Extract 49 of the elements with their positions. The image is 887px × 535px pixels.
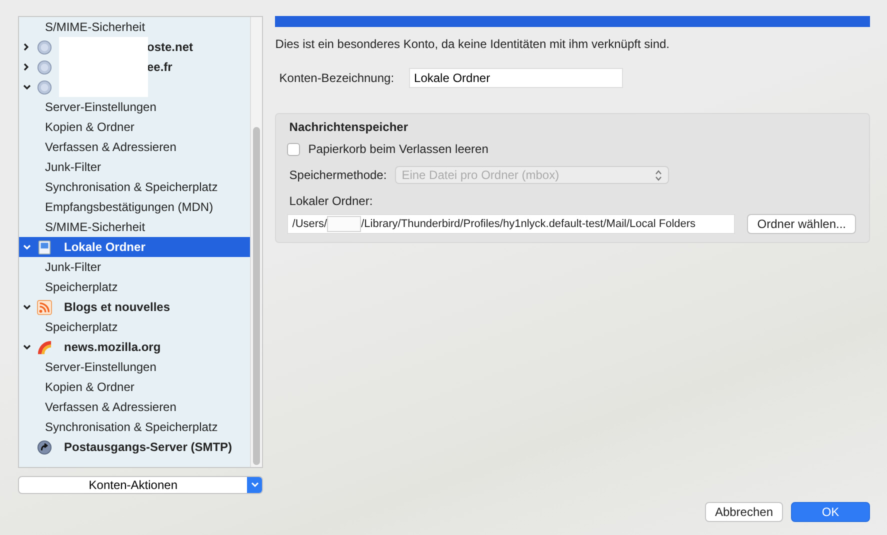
checkbox[interactable] [287, 142, 300, 156]
local-folder-field[interactable]: /Users/ /Library/Thunderbird/Profiles/hy1nlyck.default-test/Mail/Local Folders [288, 215, 734, 233]
account-row[interactable]: ee.fr [19, 57, 250, 77]
tree-item[interactable]: Speicherplatz [19, 277, 250, 297]
expand-icon[interactable] [23, 62, 29, 71]
tree-item[interactable]: Empfangsbestätigungen (MDN) [19, 197, 250, 217]
group-title: Nachrichtenspeicher [289, 119, 409, 136]
account-row[interactable]: Postausgangs-Server (SMTP) [19, 437, 250, 457]
globe-icon [37, 40, 52, 54]
tree-item[interactable]: Speicherplatz [19, 317, 250, 337]
field-label: Konten-Bezeichnung: [279, 70, 394, 87]
globe-icon [37, 80, 52, 94]
tree-item[interactable]: S/MIME-Sicherheit [19, 217, 250, 237]
ok-button[interactable]: OK [791, 502, 870, 522]
account-row[interactable]: Lokale Ordner [19, 237, 250, 257]
account-name-field[interactable]: Lokale Ordner [410, 69, 622, 87]
account-row[interactable]: Blogs et nouvelles [19, 297, 250, 317]
globe-icon [37, 60, 52, 74]
choose-folder-button[interactable]: Ordner wählen... [747, 214, 856, 234]
checkbox-label: Papierkorb beim Verlassen leeren [308, 141, 488, 158]
tree-item[interactable]: Verfassen & Adressieren [19, 137, 250, 157]
tree-item[interactable]: Junk-Filter [19, 257, 250, 277]
computer-icon [37, 240, 52, 254]
collapse-icon[interactable] [23, 344, 31, 350]
rss-icon [37, 300, 52, 314]
tree-item[interactable]: S/MIME-Sicherheit [19, 17, 250, 37]
field-label: Speichermethode: [289, 167, 387, 184]
tree-item[interactable]: Kopien & Ordner [19, 117, 250, 137]
tree-item[interactable]: Synchronisation & Speicherplatz [19, 177, 250, 197]
account-actions-dropdown[interactable]: Konten-Aktionen [18, 476, 264, 494]
scrollbar-thumb[interactable] [253, 127, 260, 465]
collapse-icon[interactable] [23, 304, 31, 310]
collapse-icon[interactable] [23, 84, 31, 90]
news-icon [37, 340, 52, 354]
tree-item[interactable]: Verfassen & Adressieren [19, 397, 250, 417]
account-row[interactable]: news.mozilla.org [19, 337, 250, 357]
info-text: Dies ist ein besonderes Konto, da keine Identitäten mit ihm verknüpft sind. [275, 36, 670, 53]
cancel-button[interactable]: Abbrechen [704, 502, 783, 522]
tree-item[interactable]: Synchronisation & Speicherplatz [19, 417, 250, 437]
caret-icon [250, 482, 259, 488]
tree-item[interactable]: Server-Einstellungen [19, 357, 250, 377]
tree-item[interactable]: Server-Einstellungen [19, 97, 250, 117]
tree-item[interactable]: Junk-Filter [19, 157, 250, 177]
updown-icon [654, 170, 662, 180]
outgoing-server-icon [37, 440, 52, 454]
account-row[interactable]: oste.net [19, 37, 250, 57]
expand-icon[interactable] [23, 42, 29, 51]
field-label: Lokaler Ordner: [289, 193, 374, 210]
tree-item[interactable]: Kopien & Ordner [19, 377, 250, 397]
